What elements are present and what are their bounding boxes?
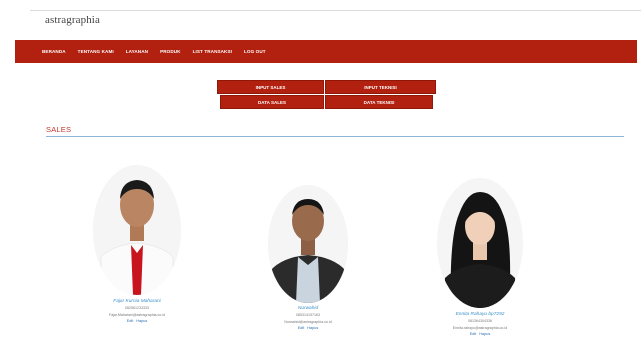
data-teknisi-button[interactable]: DATA TEKNISI	[325, 95, 433, 109]
input-teknisi-button[interactable]: INPUT TEKNISI	[325, 80, 436, 94]
nav-list-transaksi[interactable]: LIST TRANSAKSI	[193, 49, 232, 54]
person-photo-icon	[437, 178, 523, 308]
edit-link[interactable]: Edit	[127, 319, 134, 323]
edit-link[interactable]: Edit	[470, 332, 477, 336]
sales-photo	[268, 185, 348, 303]
sales-phone: 082561233333	[125, 306, 149, 310]
nav-log-out[interactable]: LOG OUT	[244, 49, 266, 54]
section-title: SALES	[46, 125, 72, 134]
nav-beranda[interactable]: BERANDA	[42, 49, 66, 54]
sales-email: Fajar.Maharani@astragraphia.co.id	[108, 313, 166, 317]
brand-logo[interactable]: astragraphia	[45, 14, 100, 26]
nav-layanan[interactable]: LAYANAN	[126, 49, 148, 54]
person-photo-icon	[268, 185, 348, 303]
edit-link[interactable]: Edit	[298, 326, 305, 330]
sales-email: Nurwahid@astragraphia.co.id	[284, 320, 332, 324]
sales-card: Nurwahid 085314157163 Nurwahid@astragrap…	[238, 185, 378, 345]
sales-name: Ennita Rahayu bp7292	[455, 312, 505, 317]
sales-name: Fajar Kurnia Maharani	[113, 299, 161, 304]
top-divider	[30, 10, 641, 11]
input-sales-button[interactable]: INPUT SALES	[217, 80, 324, 94]
section-divider	[46, 136, 624, 137]
sales-phone: 085314157163	[296, 313, 320, 317]
main-navbar: BERANDA TENTANG KAMI LAYANAN PRODUK LIST…	[15, 40, 637, 63]
sales-phone: 081364304336	[468, 319, 492, 323]
nav-tentang-kami[interactable]: TENTANG KAMI	[78, 49, 114, 54]
sales-card: Fajar Kurnia Maharani 082561233333 Fajar…	[67, 165, 207, 335]
sales-actions: Edit Hapus	[410, 332, 550, 336]
sales-photo	[93, 165, 181, 295]
delete-link[interactable]: Hapus	[307, 326, 318, 330]
sales-name: Nurwahid	[297, 306, 319, 311]
delete-link[interactable]: Hapus	[136, 319, 147, 323]
data-sales-button[interactable]: DATA SALES	[220, 95, 324, 109]
person-photo-icon	[93, 165, 181, 295]
sales-photo	[437, 178, 523, 308]
sales-actions: Edit Hapus	[67, 319, 207, 323]
sales-actions: Edit Hapus	[238, 326, 378, 330]
delete-link[interactable]: Hapus	[479, 332, 490, 336]
nav-produk[interactable]: PRODUK	[160, 49, 181, 54]
sales-card: Ennita Rahayu bp7292 081364304336 Ennita…	[410, 178, 550, 343]
sales-email: Ennita.rahayu@astragraphia.co.id	[452, 326, 508, 330]
